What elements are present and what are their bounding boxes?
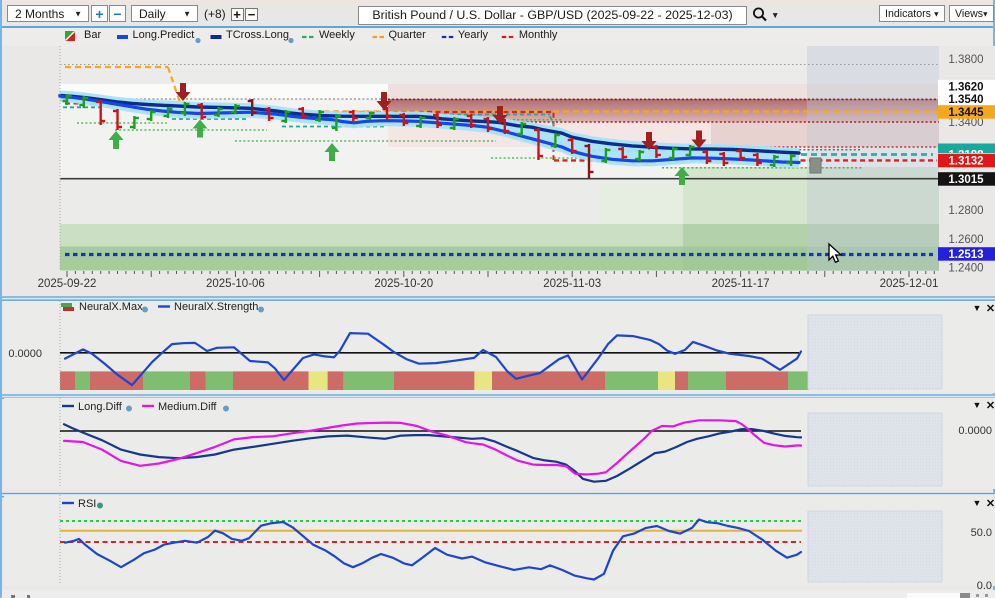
svg-text:0.0000: 0.0000 (8, 348, 42, 360)
svg-text:1.2513: 1.2513 (948, 249, 983, 261)
svg-text:1.3540: 1.3540 (948, 94, 983, 106)
svg-text:1.3445: 1.3445 (948, 107, 984, 119)
svg-text:1.3132: 1.3132 (948, 156, 983, 168)
svg-text:NeuralX.Strength: NeuralX.Strength (174, 301, 258, 313)
svg-text:2025-11-17: 2025-11-17 (712, 278, 770, 290)
svg-text:✕: ✕ (986, 498, 995, 510)
svg-text:Medium.Diff: Medium.Diff (158, 401, 217, 413)
svg-text:NeuralX.Max: NeuralX.Max (79, 301, 143, 313)
svg-text:2025-12-01: 2025-12-01 (880, 278, 939, 290)
svg-text:▼: ▼ (973, 498, 982, 508)
svg-text:Long.Diff: Long.Diff (78, 401, 123, 413)
svg-text:1.3620: 1.3620 (948, 82, 983, 94)
svg-text:0.0000: 0.0000 (958, 425, 992, 437)
svg-text:2025-09-22: 2025-09-22 (38, 278, 97, 290)
svg-text:1.2600: 1.2600 (948, 234, 983, 246)
svg-text:1.3015: 1.3015 (948, 174, 984, 186)
svg-text:✕: ✕ (986, 303, 995, 315)
svg-text:RSI: RSI (78, 498, 96, 510)
svg-text:1.2400: 1.2400 (948, 263, 983, 275)
svg-text:✕: ✕ (986, 400, 995, 412)
svg-text:1.3800: 1.3800 (948, 54, 983, 66)
svg-text:2025-10-20: 2025-10-20 (374, 278, 433, 290)
svg-text:▼: ▼ (973, 400, 982, 410)
svg-text:50.0: 50.0 (971, 527, 992, 539)
svg-text:2025-10-06: 2025-10-06 (206, 278, 265, 290)
svg-text:2025-11-03: 2025-11-03 (543, 278, 601, 290)
svg-text:▼: ▼ (973, 303, 982, 313)
svg-text:1.2800: 1.2800 (948, 205, 983, 217)
